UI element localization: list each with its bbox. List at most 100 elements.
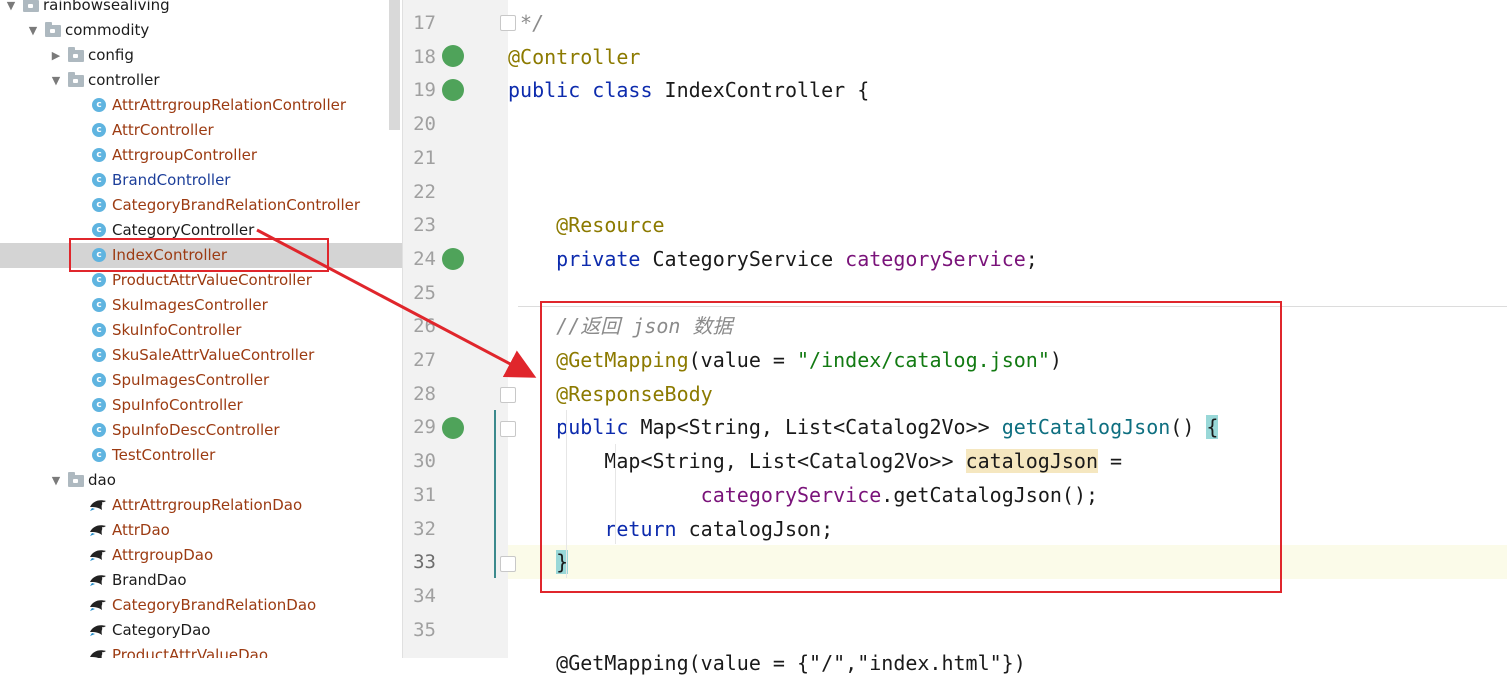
chevron-down-icon[interactable]: ▼ <box>5 0 17 18</box>
tree-item-label: TestController <box>112 446 216 464</box>
java-class-icon: c <box>92 273 106 287</box>
java-class-icon: c <box>92 198 106 212</box>
tree-item-label: config <box>88 46 134 64</box>
tree-item-categorydao[interactable]: CategoryDao <box>0 618 402 643</box>
tree-item-label: SkuInfoController <box>112 321 242 339</box>
tree-item-skusaleattrvaluecontroller[interactable]: c SkuSaleAttrValueController <box>0 343 402 368</box>
code-line[interactable] <box>508 175 1507 209</box>
code-line[interactable] <box>508 141 1507 175</box>
fold-toggle-icon[interactable] <box>500 556 516 572</box>
tree-item-rainbowsealiving[interactable]: ▼ rainbowsealiving <box>0 0 402 18</box>
code-line[interactable]: private CategoryService categoryService; <box>508 242 1507 276</box>
chevron-down-icon[interactable]: ▼ <box>50 468 62 493</box>
java-class-icon: c <box>92 298 106 312</box>
java-class-icon: c <box>92 448 106 462</box>
package-folder-icon <box>23 0 39 12</box>
java-class-icon: c <box>92 148 106 162</box>
tree-item-categorybrandrelationcontroller[interactable]: c CategoryBrandRelationController <box>0 193 402 218</box>
tree-item-testcontroller[interactable]: c TestController <box>0 443 402 468</box>
tree-item-label: AttrgroupDao <box>112 546 214 564</box>
tree-item-label: ProductAttrValueDao <box>112 646 268 658</box>
spring-bean-icon[interactable] <box>442 79 464 101</box>
mybatis-bird-icon <box>90 575 106 586</box>
tree-scrollbar[interactable] <box>389 0 400 130</box>
tree-item-label: SpuImagesController <box>112 371 270 389</box>
code-line[interactable] <box>508 107 1507 141</box>
tree-item-label: commodity <box>65 21 150 39</box>
tree-item-dao[interactable]: ▼ dao <box>0 468 402 493</box>
mapping-url-icon[interactable] <box>442 417 464 439</box>
line-number: 33 <box>413 551 436 574</box>
java-class-icon: c <box>92 223 106 237</box>
tree-item-spuinfodesccontroller[interactable]: c SpuInfoDescController <box>0 418 402 443</box>
code-line[interactable]: @Resource <box>508 208 1507 242</box>
code-line[interactable]: @Controller <box>508 40 1507 74</box>
tree-item-label: AttrgroupController <box>112 146 258 164</box>
code-line[interactable] <box>508 613 1507 647</box>
tree-item-config[interactable]: ▶ config <box>0 43 402 68</box>
tree-item-attrgroupdao[interactable]: AttrgroupDao <box>0 543 402 568</box>
tree-item-spuimagescontroller[interactable]: c SpuImagesController <box>0 368 402 393</box>
code-line[interactable]: public class IndexController { <box>508 73 1507 107</box>
code-token: @Resource <box>556 213 665 238</box>
tree-item-commodity[interactable]: ▼ commodity <box>0 18 402 43</box>
highlight-box-get-catalog-json <box>540 301 1282 593</box>
line-number: 22 <box>413 180 436 203</box>
tree-item-branddao[interactable]: BrandDao <box>0 568 402 593</box>
code-token: categoryService <box>845 246 1026 271</box>
chevron-down-icon[interactable]: ▼ <box>27 18 39 43</box>
fold-toggle-icon[interactable] <box>500 421 516 437</box>
package-folder-icon <box>68 472 84 487</box>
line-number: 23 <box>413 214 436 237</box>
tree-item-attrdao[interactable]: AttrDao <box>0 518 402 543</box>
vcs-change-marker[interactable] <box>494 410 496 578</box>
code-line[interactable]: */ <box>508 6 1507 40</box>
highlight-box-index-controller <box>69 238 329 272</box>
tree-item-attrgroupcontroller[interactable]: c AttrgroupController <box>0 143 402 168</box>
line-number: 30 <box>413 450 436 473</box>
java-class-icon: c <box>92 173 106 187</box>
tree-item-label: AttrAttrgroupRelationController <box>112 96 347 114</box>
tree-item-brandcontroller[interactable]: c BrandController <box>0 168 402 193</box>
code-token: @Controller <box>508 44 641 69</box>
tree-item-categorybrandrelationdao[interactable]: CategoryBrandRelationDao <box>0 593 402 618</box>
java-class-icon: c <box>92 98 106 112</box>
line-number: 28 <box>413 382 436 405</box>
tree-item-attrattrgrouprelationcontroller[interactable]: c AttrAttrgroupRelationController <box>0 93 402 118</box>
tree-item-label: CategoryDao <box>112 621 211 639</box>
line-number: 19 <box>413 79 436 102</box>
fold-toggle-icon[interactable] <box>500 387 516 403</box>
tree-item-label: BrandDao <box>112 571 187 589</box>
package-folder-icon <box>68 72 84 87</box>
tree-item-label: controller <box>88 71 160 89</box>
line-number: 27 <box>413 349 436 371</box>
tree-item-attrcontroller[interactable]: c AttrController <box>0 118 402 143</box>
tree-item-label: AttrDao <box>112 521 170 539</box>
tree-item-label: SkuImagesController <box>112 296 268 314</box>
bean-navigate-icon[interactable] <box>442 248 464 270</box>
line-number: 17 <box>413 12 436 34</box>
tree-item-label: BrandController <box>112 171 231 189</box>
line-number: 35 <box>413 618 436 641</box>
tree-item-skuimagescontroller[interactable]: c SkuImagesController <box>0 293 402 318</box>
package-folder-icon <box>45 22 61 37</box>
chevron-right-icon[interactable]: ▶ <box>50 43 62 68</box>
code-line-partial[interactable]: @GetMapping(value = {"/","index.html"}) <box>508 646 1507 680</box>
spring-bean-icon[interactable] <box>442 45 464 67</box>
tree-item-label: CategoryBrandRelationDao <box>112 596 317 614</box>
tree-item-label: AttrController <box>112 121 214 139</box>
tree-item-skuinfocontroller[interactable]: c SkuInfoController <box>0 318 402 343</box>
fold-toggle-icon[interactable] <box>500 15 516 31</box>
java-class-icon: c <box>92 398 106 412</box>
code-token: CategoryService <box>652 246 846 271</box>
tree-item-spuinfocontroller[interactable]: c SpuInfoController <box>0 393 402 418</box>
tree-item-attrattrgrouprelationdao[interactable]: AttrAttrgroupRelationDao <box>0 493 402 518</box>
tree-item-productattrvaluedao[interactable]: ProductAttrValueDao <box>0 643 402 658</box>
line-number: 31 <box>413 483 436 506</box>
tree-item-controller[interactable]: ▼ controller <box>0 68 402 93</box>
mybatis-bird-icon <box>90 650 106 658</box>
java-class-icon: c <box>92 123 106 137</box>
chevron-down-icon[interactable]: ▼ <box>50 68 62 93</box>
